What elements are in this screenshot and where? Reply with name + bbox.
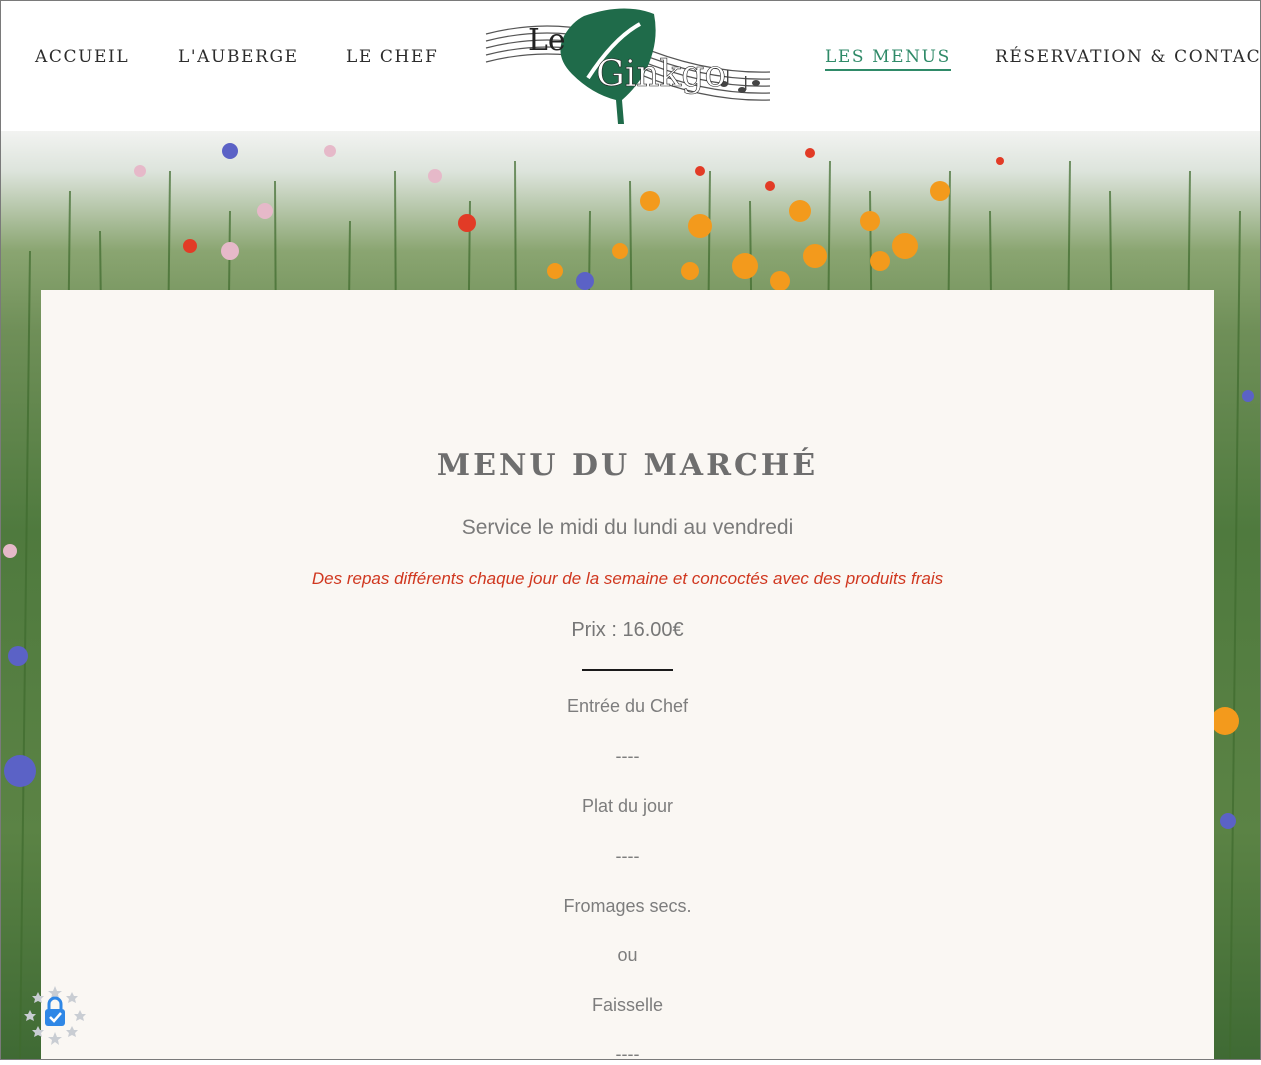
lock-shield-icon xyxy=(24,986,86,1045)
nav-reservation-contact[interactable]: RÉSERVATION & CONTACT xyxy=(995,47,1261,67)
menu-panel: MENU DU MARCHÉ Service le midi du lundi … xyxy=(41,290,1214,1064)
nav-accueil[interactable]: ACCUEIL xyxy=(35,47,129,67)
course-separator: ---- xyxy=(615,746,640,766)
site-header: ACCUEIL L'AUBERGE LE CHEF Le Ginkgo LES … xyxy=(0,0,1261,131)
nav-les-menus[interactable]: LES MENUS xyxy=(825,47,951,71)
menu-service-hours: Service le midi du lundi au vendredi xyxy=(461,516,794,539)
course-ou: ou xyxy=(617,945,638,965)
logo-ginkgo-text: Ginkgo xyxy=(596,54,726,95)
course-faisselle: Faisselle xyxy=(591,995,664,1015)
course-plat: Plat du jour xyxy=(581,796,674,816)
logo-le-text: Le xyxy=(528,23,566,58)
menu-note: Des repas différents chaque jour de la s… xyxy=(311,569,944,588)
site-logo[interactable]: Le Ginkgo xyxy=(484,4,772,128)
course-entree: Entrée du Chef xyxy=(566,696,689,716)
menu-title: MENU DU MARCHÉ xyxy=(436,448,819,483)
menu-price: Prix : 16.00€ xyxy=(571,619,684,641)
course-separator: ---- xyxy=(615,846,640,866)
nav-le-chef[interactable]: LE CHEF xyxy=(346,47,438,67)
menu-divider xyxy=(582,669,673,671)
ginkgo-logo-icon: Le Ginkgo xyxy=(485,8,771,124)
music-notes-icon xyxy=(720,70,760,93)
nav-auberge[interactable]: L'AUBERGE xyxy=(178,47,299,67)
course-separator: ---- xyxy=(615,1044,640,1064)
course-fromages: Fromages secs. xyxy=(563,896,692,916)
privacy-badge[interactable] xyxy=(24,984,86,1046)
